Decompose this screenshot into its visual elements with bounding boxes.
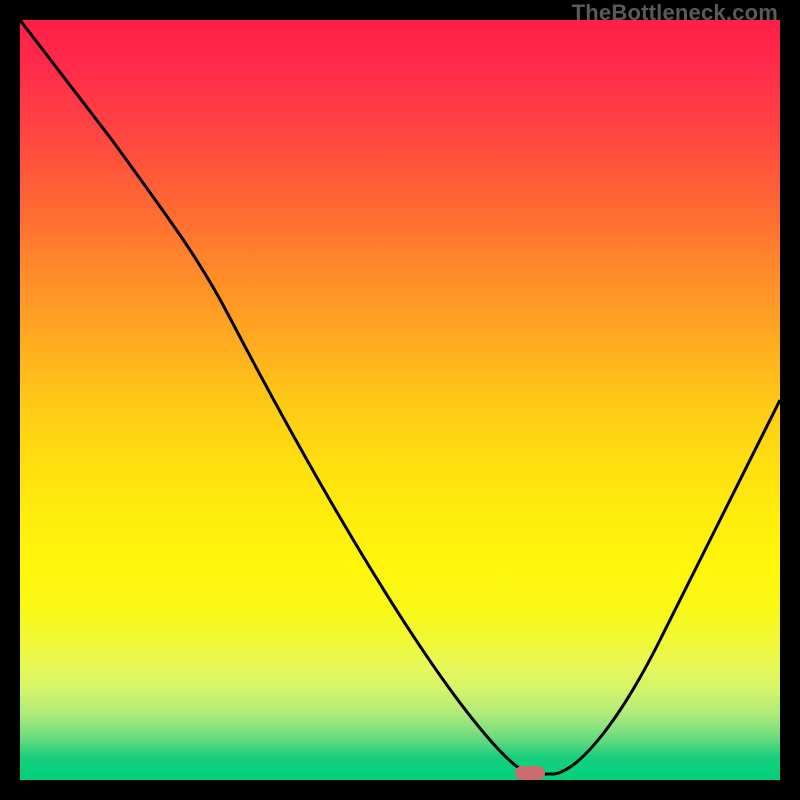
- curve-path: [20, 20, 780, 774]
- watermark-text: TheBottleneck.com: [572, 0, 778, 26]
- bottleneck-curve: [20, 20, 780, 780]
- chart-frame: [20, 20, 780, 780]
- optimal-marker: [515, 766, 545, 780]
